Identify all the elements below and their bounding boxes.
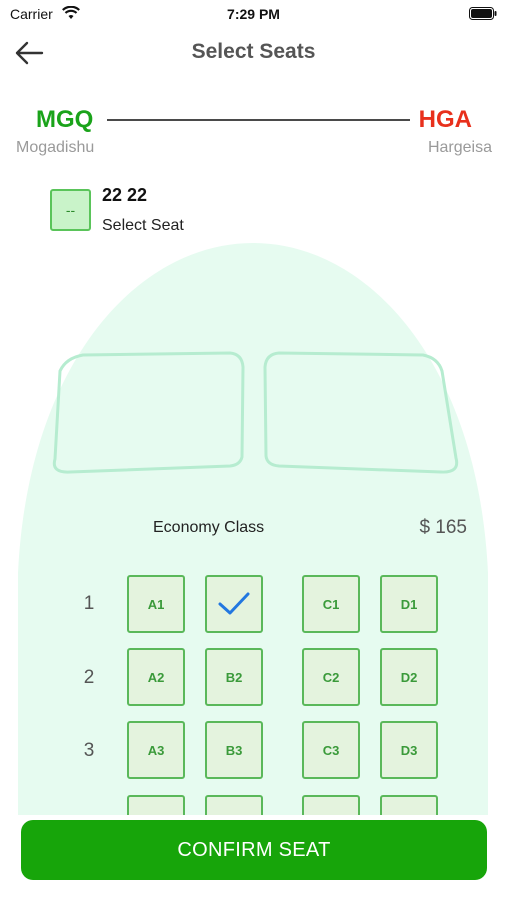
page-title: Select Seats (191, 40, 316, 63)
seat-c2[interactable]: C2 (302, 648, 360, 706)
cabin-class: Economy Class (153, 519, 265, 536)
route-line (107, 119, 410, 121)
seat-a1[interactable]: A1 (127, 575, 185, 633)
seat-d3[interactable]: D3 (380, 721, 438, 779)
checkmark-icon (218, 592, 250, 615)
seat-d1[interactable]: D1 (380, 575, 438, 633)
seat-c1[interactable]: C1 (302, 575, 360, 633)
destination-code: HGA (418, 106, 472, 133)
destination-city: Hargeisa (427, 139, 492, 156)
seat-b2[interactable]: B2 (205, 648, 263, 706)
confirm-seat-button[interactable]: CONFIRM SEAT (21, 820, 487, 880)
row-number: 2 (83, 667, 95, 688)
row-number: 3 (83, 740, 95, 761)
row-number: 1 (83, 593, 95, 614)
seat-c3[interactable]: C3 (302, 721, 360, 779)
seat-b3[interactable]: B3 (205, 721, 263, 779)
passenger-seat-status: Select Seat (102, 217, 184, 234)
passenger-seat-chip[interactable]: -- (50, 189, 91, 231)
seat-b1-selected[interactable] (205, 575, 263, 633)
origin-code: MGQ (36, 106, 94, 133)
origin-city: Mogadishu (16, 139, 95, 156)
battery-icon (469, 7, 497, 20)
seat-d2[interactable]: D2 (380, 648, 438, 706)
seat-a3[interactable]: A3 (127, 721, 185, 779)
status-bar: Carrier 7:29 PM (0, 0, 507, 30)
seat-price: $ 165 (419, 517, 467, 538)
status-time: 7:29 PM (227, 6, 280, 22)
passenger-name: 22 22 (102, 185, 148, 205)
seat-a2[interactable]: A2 (127, 648, 185, 706)
